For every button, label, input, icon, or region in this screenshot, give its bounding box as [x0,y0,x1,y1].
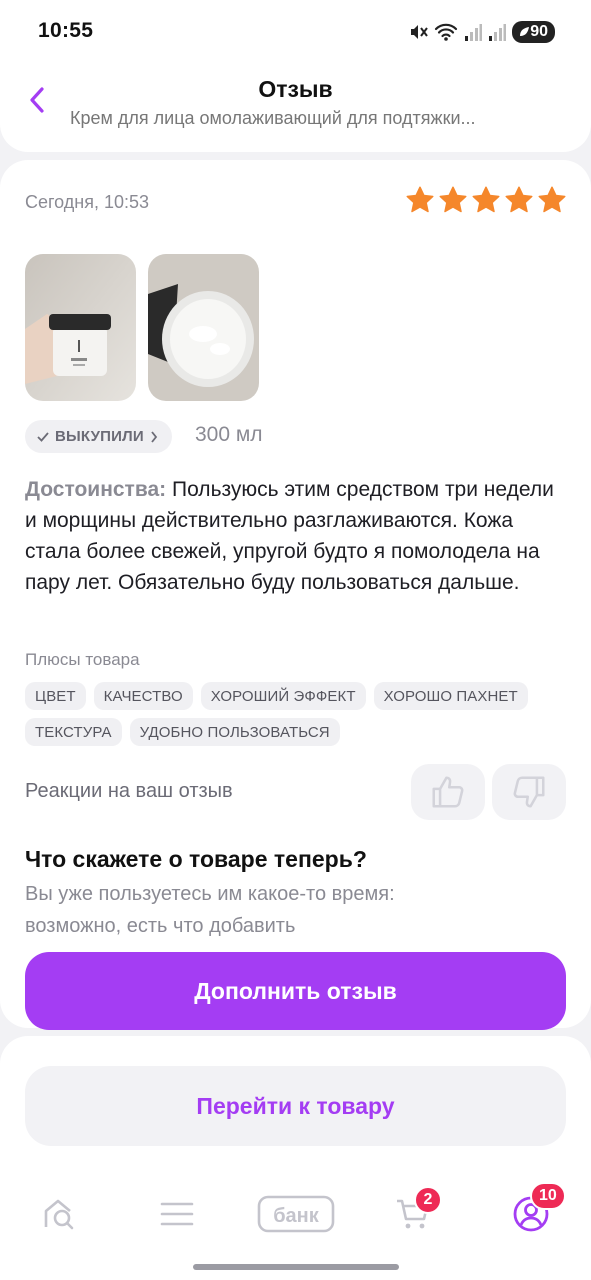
photo-jar-open [148,254,259,401]
mute-icon [411,25,429,39]
product-name: Крем для лица омолаживающий для подтяжки… [70,108,476,128]
star-icon [538,186,566,213]
signal-icon [489,24,507,41]
star-icon [505,186,533,213]
review-date: Сегодня, 10:53 [25,192,150,212]
rating-stars [405,185,567,215]
nav-bank[interactable]: банк [257,1194,335,1234]
review-photo-1[interactable] [25,254,136,401]
product-volume: 300 мл [195,423,263,446]
go-to-product-button[interactable]: Перейти к товару [25,1066,566,1146]
battery-indicator: 90 [512,21,555,43]
followup-title: Что скажете о товаре теперь? [25,846,367,872]
bought-label: ВЫКУПИЛИ [55,428,144,445]
cart-badge: 2 [414,1186,442,1214]
star-icon [439,186,467,213]
pros-tags: ЦВЕТ КАЧЕСТВО ХОРОШИЙ ЭФФЕКТ ХОРОШО ПАХН… [25,682,570,746]
battery-level: 90 [530,23,548,40]
status-icons: 90 [408,20,555,44]
nav-home[interactable] [40,1194,80,1234]
review-text-label: Достоинства: [25,478,167,501]
pros-tag: УДОБНО ПОЛЬЗОВАТЬСЯ [129,718,340,746]
pros-title: Плюсы товара [25,650,140,669]
signal-icon [465,24,483,41]
thumbs-down-icon [513,776,545,808]
add-to-review-button[interactable]: Дополнить отзыв [25,952,566,1030]
thumbs-up-icon [432,776,464,808]
bought-badge[interactable]: ВЫКУПИЛИ [25,420,172,453]
review-text: Достоинства: Пользуюсь этим средством тр… [25,474,565,598]
review-photo-2[interactable] [148,254,259,401]
menu-icon [160,1202,194,1226]
leaf-icon [520,27,530,36]
status-time: 10:55 [38,19,94,42]
check-icon [37,431,49,442]
pros-tag: ЦВЕТ [25,682,86,710]
bottom-nav: банк 2 10 [0,1168,591,1280]
header: Отзыв Крем для лица омолаживающий для по… [0,56,591,152]
review-card: Сегодня, 10:53 ВЫКУПИЛИ 300 мл Достоинст… [0,160,591,1030]
profile-badge: 10 [530,1182,566,1210]
wifi-icon [435,23,458,41]
home-indicator [193,1264,399,1270]
home-search-icon [44,1199,74,1230]
pros-tag: ХОРОШИЙ ЭФФЕКТ [200,682,366,710]
reactions-label: Реакции на ваш отзыв [25,780,233,802]
pros-tag: ХОРОШО ПАХНЕТ [373,682,528,710]
nav-catalog[interactable] [157,1194,197,1234]
dislike-button[interactable] [492,764,566,820]
bank-logo-icon: банк [257,1195,335,1233]
bank-label: банк [273,1205,320,1227]
photo-jar-closed [25,254,136,401]
bottom-sheet: Перейти к товару [0,1036,591,1176]
like-button[interactable] [411,764,485,820]
page-title: Отзыв [258,76,333,102]
pros-tag: ТЕКСТУРА [25,718,122,746]
pros-tag: КАЧЕСТВО [93,682,193,710]
star-icon [472,186,500,213]
star-icon [406,186,434,213]
followup-subtitle: Вы уже пользуетесь им какое-то время: во… [25,883,395,937]
status-bar: 10:55 90 [0,0,591,64]
chevron-right-icon [151,430,158,443]
